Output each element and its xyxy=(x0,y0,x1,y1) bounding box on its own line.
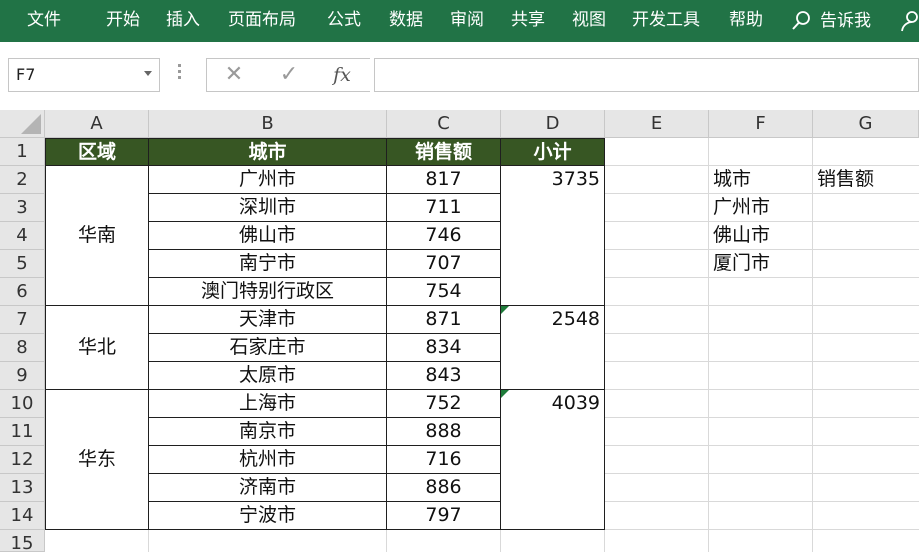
tab-file[interactable]: 文件 xyxy=(27,0,61,42)
worksheet-grid: A B C D E F G 1 2 3 4 5 6 7 8 9 10 11 12… xyxy=(0,110,919,552)
sales-cell[interactable]: 843 xyxy=(386,361,501,390)
sales-cell[interactable]: 817 xyxy=(386,165,501,194)
sales-cell[interactable]: 888 xyxy=(386,417,501,446)
subtotal-cell[interactable]: 2548 xyxy=(500,305,605,390)
sales-cell[interactable]: 711 xyxy=(386,193,501,222)
region-cell[interactable]: 华北 xyxy=(45,305,149,390)
row-header-2[interactable]: 2 xyxy=(0,166,45,194)
select-all-button[interactable] xyxy=(0,110,45,138)
tab-review[interactable]: 审阅 xyxy=(450,0,484,42)
city-cell[interactable]: 太原市 xyxy=(148,361,387,390)
sales-cell[interactable]: 834 xyxy=(386,333,501,362)
sales-cell[interactable]: 752 xyxy=(386,389,501,418)
error-indicator-icon[interactable] xyxy=(501,390,509,398)
row-header-15[interactable]: 15 xyxy=(0,530,45,552)
row-header-6[interactable]: 6 xyxy=(0,278,45,306)
formula-input[interactable] xyxy=(374,58,919,92)
column-header-d[interactable]: D xyxy=(501,110,605,138)
gridline xyxy=(812,138,813,552)
row-header-10[interactable]: 10 xyxy=(0,390,45,418)
column-header-f[interactable]: F xyxy=(709,110,813,138)
city-cell[interactable]: 广州市 xyxy=(148,165,387,194)
tab-view[interactable]: 视图 xyxy=(572,0,606,42)
column-header-g[interactable]: G xyxy=(813,110,919,138)
city-cell[interactable]: 宁波市 xyxy=(148,501,387,530)
city-cell[interactable]: 上海市 xyxy=(148,389,387,418)
sales-cell[interactable]: 754 xyxy=(386,277,501,306)
column-header-e[interactable]: E xyxy=(605,110,709,138)
tab-share[interactable]: 共享 xyxy=(511,0,545,42)
subtotal-cell[interactable]: 4039 xyxy=(500,389,605,530)
formula-bar-area: F7 ✕ ✓ fx xyxy=(0,42,919,110)
lookup-city-header[interactable]: 城市 xyxy=(709,166,812,193)
tell-me-label: 告诉我 xyxy=(820,11,871,31)
row-header-8[interactable]: 8 xyxy=(0,334,45,362)
subtotal-cell[interactable]: 3735 xyxy=(500,165,605,306)
row-header-3[interactable]: 3 xyxy=(0,194,45,222)
city-cell[interactable]: 济南市 xyxy=(148,473,387,502)
sales-cell[interactable]: 716 xyxy=(386,445,501,474)
name-box-value: F7 xyxy=(16,65,36,84)
error-indicator-icon[interactable] xyxy=(501,306,509,314)
lightbulb-search-icon xyxy=(792,11,810,30)
region-cell[interactable]: 华东 xyxy=(45,389,149,530)
column-header-b[interactable]: B xyxy=(149,110,387,138)
row-header-4[interactable]: 4 xyxy=(0,222,45,250)
name-box[interactable]: F7 xyxy=(8,58,160,92)
row-header-7[interactable]: 7 xyxy=(0,306,45,334)
sales-cell[interactable]: 797 xyxy=(386,501,501,530)
city-cell[interactable]: 佛山市 xyxy=(148,221,387,250)
city-cell[interactable]: 天津市 xyxy=(148,305,387,334)
tab-developer[interactable]: 开发工具 xyxy=(632,0,700,42)
row-header-11[interactable]: 11 xyxy=(0,418,45,446)
column-header-c[interactable]: C xyxy=(387,110,501,138)
drag-handle-icon[interactable] xyxy=(178,64,182,84)
row-header-13[interactable]: 13 xyxy=(0,474,45,502)
sales-cell[interactable]: 886 xyxy=(386,473,501,502)
city-cell[interactable]: 杭州市 xyxy=(148,445,387,474)
tab-data[interactable]: 数据 xyxy=(389,0,423,42)
lookup-city-cell[interactable]: 广州市 xyxy=(709,194,812,221)
cancel-button[interactable]: ✕ xyxy=(221,59,247,91)
row-header-14[interactable]: 14 xyxy=(0,502,45,530)
ribbon-tab-bar: 文件 开始 插入 页面布局 公式 数据 审阅 共享 视图 开发工具 帮助 告诉我 xyxy=(0,0,919,42)
user-icon[interactable] xyxy=(900,10,919,32)
tab-page-layout[interactable]: 页面布局 xyxy=(228,0,296,42)
lookup-city-cell[interactable]: 厦门市 xyxy=(709,250,812,277)
city-cell[interactable]: 石家庄市 xyxy=(148,333,387,362)
header-cell-subtotal[interactable]: 小计 xyxy=(500,138,605,166)
insert-function-button[interactable]: fx xyxy=(327,59,357,91)
header-cell-city[interactable]: 城市 xyxy=(148,138,387,166)
row-header-1[interactable]: 1 xyxy=(0,138,45,166)
lookup-sales-header[interactable]: 销售额 xyxy=(813,166,919,193)
tab-insert[interactable]: 插入 xyxy=(166,0,200,42)
tab-home[interactable]: 开始 xyxy=(106,0,140,42)
sales-cell[interactable]: 871 xyxy=(386,305,501,334)
city-cell[interactable]: 深圳市 xyxy=(148,193,387,222)
sales-cell[interactable]: 707 xyxy=(386,249,501,278)
chevron-down-icon[interactable] xyxy=(144,71,152,76)
row-header-12[interactable]: 12 xyxy=(0,446,45,474)
formula-buttons: ✕ ✓ fx xyxy=(206,58,370,92)
city-cell[interactable]: 澳门特别行政区 xyxy=(148,277,387,306)
city-cell[interactable]: 南宁市 xyxy=(148,249,387,278)
header-cell-region[interactable]: 区域 xyxy=(45,138,149,166)
row-header-5[interactable]: 5 xyxy=(0,250,45,278)
row-header-9[interactable]: 9 xyxy=(0,362,45,390)
region-cell[interactable]: 华南 xyxy=(45,165,149,306)
tab-formulas[interactable]: 公式 xyxy=(327,0,361,42)
city-cell[interactable]: 南京市 xyxy=(148,417,387,446)
header-cell-sales[interactable]: 销售额 xyxy=(386,138,501,166)
lookup-city-cell[interactable]: 佛山市 xyxy=(709,222,812,249)
tab-help[interactable]: 帮助 xyxy=(729,0,763,42)
enter-button[interactable]: ✓ xyxy=(276,59,302,91)
column-header-a[interactable]: A xyxy=(45,110,149,138)
sales-cell[interactable]: 746 xyxy=(386,221,501,250)
